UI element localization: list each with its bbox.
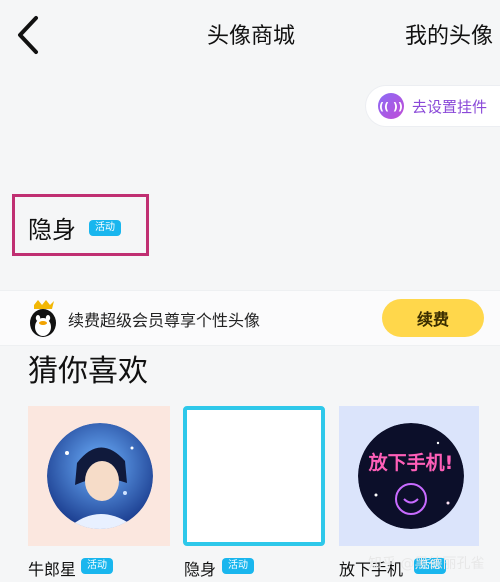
zhihu-watermark: 知乎 @黑德丽孔雀 (368, 556, 485, 572)
avatar-card-put-down-phone[interactable]: 放下手机! (339, 406, 479, 546)
avatar-put-down-phone-image: 放下手机! (358, 423, 464, 529)
avatar-card-invisible[interactable] (183, 406, 325, 546)
guess-section-title: 猜你喜欢 (28, 354, 148, 389)
tab-my-avatars[interactable]: 我的头像 (405, 18, 493, 50)
back-arrow-icon[interactable] (12, 14, 46, 56)
vip-promo-text: 续费超级会员尊享个性头像 (68, 311, 261, 330)
qq-penguin-icon (30, 300, 56, 337)
current-avatar-name: 隐身 (28, 216, 76, 244)
pendant-icon: (( )) (378, 93, 404, 119)
avatar-name-invisible: 隐身 (184, 560, 217, 579)
activity-badge: 活动 (89, 220, 121, 236)
vip-renew-bar: 续费超级会员尊享个性头像 续费 (0, 290, 500, 346)
put-down-phone-art-text: 放下手机! (368, 451, 454, 474)
renew-button[interactable]: 续费 (382, 299, 484, 337)
activity-badge: 活动 (222, 558, 254, 574)
page-title: 头像商城 (207, 24, 296, 49)
top-nav: 头像商城 我的头像 (0, 0, 500, 70)
set-pendant-label: 去设置挂件 (412, 97, 488, 116)
avatar-altair-image (47, 423, 153, 529)
avatar-card-altair[interactable] (28, 406, 170, 546)
avatar-name-altair: 牛郎星 (28, 560, 77, 579)
set-pendant-button[interactable]: (( )) 去设置挂件 (366, 86, 500, 126)
activity-badge: 活动 (81, 558, 113, 574)
